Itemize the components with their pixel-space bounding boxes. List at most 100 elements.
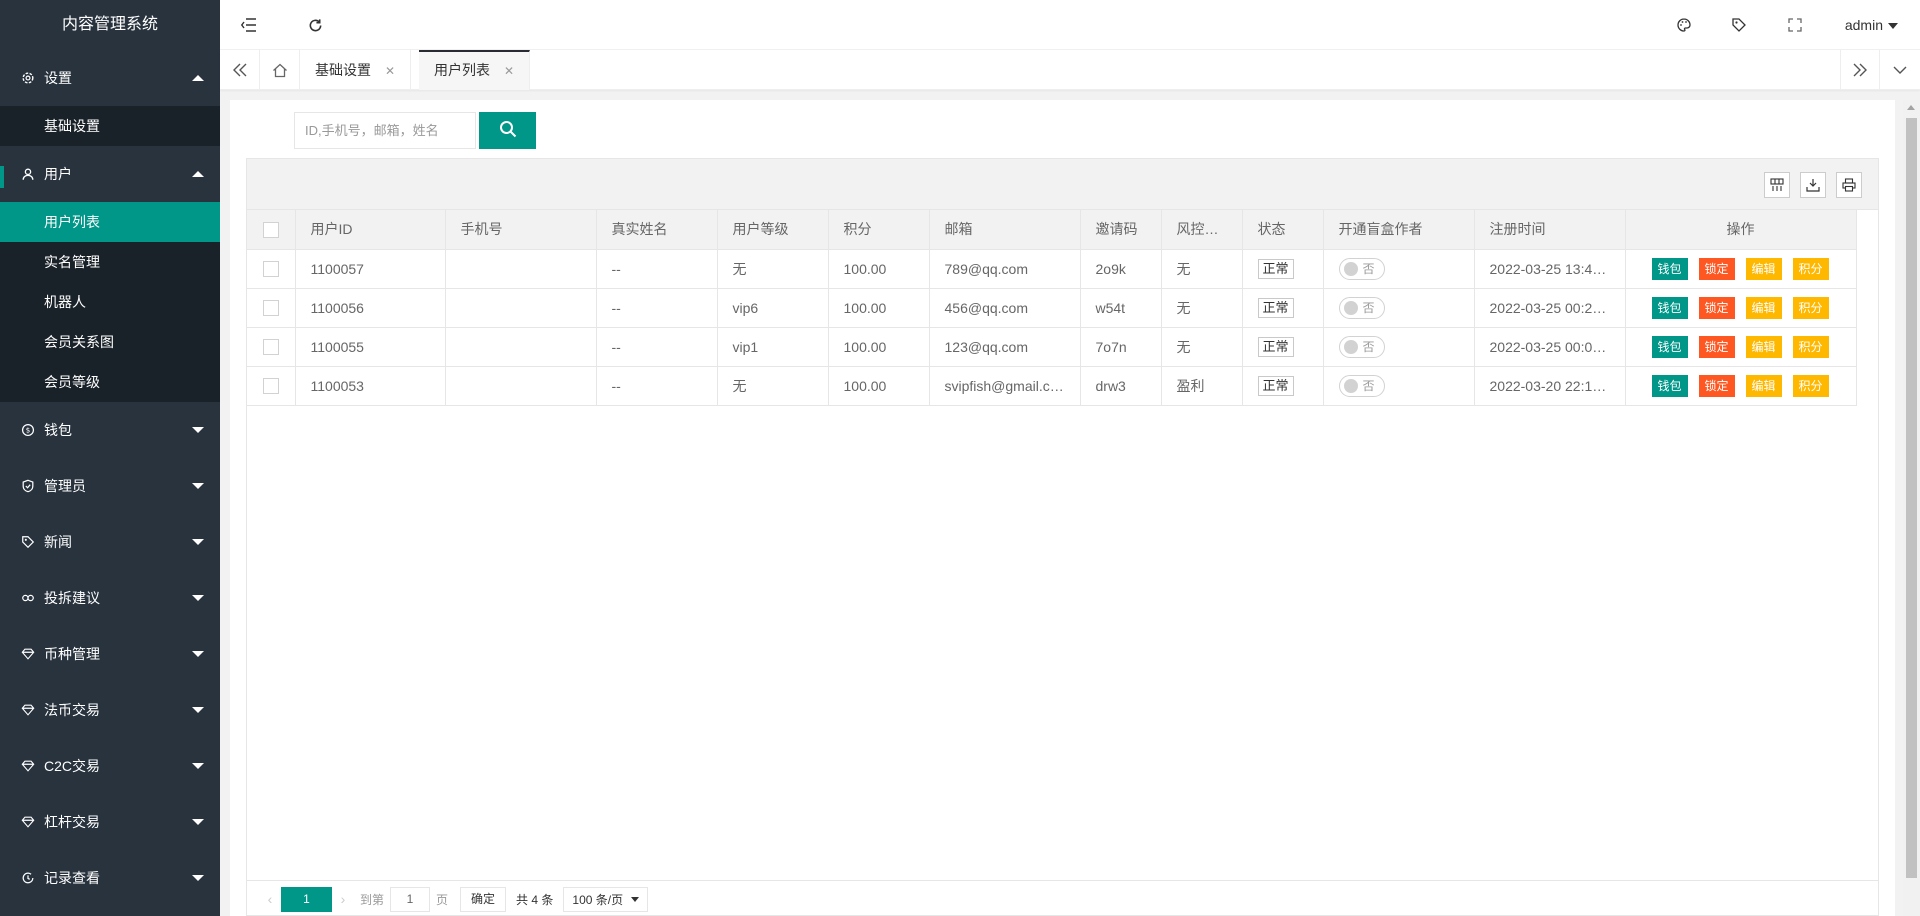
cell-level: 无: [717, 366, 829, 406]
col-invite-code[interactable]: 邀请码: [1080, 210, 1162, 250]
tabs-menu-chevron-down-icon[interactable]: [1880, 50, 1920, 90]
blindbox-toggle[interactable]: 否: [1338, 257, 1385, 280]
lock-button[interactable]: 锁定: [1698, 335, 1735, 358]
status-badge[interactable]: 正常: [1257, 375, 1294, 396]
col-points[interactable]: 积分: [828, 210, 930, 250]
menu-news[interactable]: 新闻: [0, 514, 220, 570]
col-real-name[interactable]: 真实姓名: [596, 210, 718, 250]
cell-real-name: --: [596, 366, 718, 406]
points-button[interactable]: 积分: [1792, 296, 1829, 319]
points-button[interactable]: 积分: [1792, 335, 1829, 358]
svg-text:$: $: [26, 427, 30, 435]
tag-icon[interactable]: [1728, 0, 1750, 50]
sidebar-item-realname[interactable]: 实名管理: [0, 242, 220, 282]
menu-admin[interactable]: 管理员: [0, 458, 220, 514]
cell-user-id: 1100055: [295, 327, 446, 367]
user-menu[interactable]: admin: [1845, 0, 1898, 50]
edit-button[interactable]: 编辑: [1745, 374, 1782, 397]
blindbox-toggle[interactable]: 否: [1338, 335, 1385, 358]
status-badge[interactable]: 正常: [1257, 336, 1294, 357]
col-user-id[interactable]: 用户ID: [295, 210, 446, 250]
wallet-button[interactable]: 钱包: [1651, 296, 1688, 319]
tabs-scroll-left-icon[interactable]: [220, 50, 260, 90]
row-checkbox[interactable]: [262, 300, 279, 317]
column-filter-icon[interactable]: [1764, 172, 1790, 198]
row-select-cell: [247, 327, 296, 367]
col-level[interactable]: 用户等级: [717, 210, 829, 250]
col-register-time[interactable]: 注册时间: [1474, 210, 1626, 250]
row-checkbox[interactable]: [262, 339, 279, 356]
goto-confirm-button[interactable]: 确定: [460, 886, 507, 912]
vertical-scrollbar[interactable]: [1903, 100, 1920, 916]
cell-register-time: 2022-03-25 00:2…: [1474, 288, 1626, 328]
goto-page-input[interactable]: 1: [390, 886, 431, 912]
fullscreen-icon[interactable]: [1784, 0, 1806, 50]
select-all-checkbox[interactable]: [262, 221, 279, 238]
row-checkbox[interactable]: [262, 378, 279, 395]
sidebar-item-member-level[interactable]: 会员等级: [0, 362, 220, 402]
menu-records[interactable]: 记录查看: [0, 850, 220, 906]
lock-button[interactable]: 锁定: [1698, 257, 1735, 280]
scroll-up-icon[interactable]: [1907, 105, 1915, 110]
row-checkbox[interactable]: [262, 261, 279, 278]
status-badge[interactable]: 正常: [1257, 297, 1294, 318]
menu-toggle-icon[interactable]: [238, 0, 260, 50]
sidebar-item-member-graph[interactable]: 会员关系图: [0, 322, 220, 362]
print-icon[interactable]: [1836, 172, 1862, 198]
col-email[interactable]: 邮箱: [929, 210, 1081, 250]
sidebar-item-robot[interactable]: 机器人: [0, 282, 220, 322]
menu-settings[interactable]: 设置: [0, 50, 220, 106]
cell-invite-code: w54t: [1080, 288, 1162, 328]
blindbox-toggle[interactable]: 否: [1338, 296, 1385, 319]
col-risk[interactable]: 风控…: [1161, 210, 1243, 250]
col-blindbox-author[interactable]: 开通盲盒作者: [1323, 210, 1475, 250]
sidebar-item-basic-settings[interactable]: 基础设置: [0, 106, 220, 146]
points-button[interactable]: 积分: [1792, 257, 1829, 280]
close-icon[interactable]: ✕: [385, 64, 395, 78]
status-badge[interactable]: 正常: [1257, 258, 1294, 279]
menu-fiat[interactable]: 法币交易: [0, 682, 220, 738]
close-icon[interactable]: ✕: [504, 64, 514, 78]
tab-user-list[interactable]: 用户列表 ✕: [419, 50, 531, 90]
current-page[interactable]: 1: [281, 886, 332, 912]
menu-admin-label: 管理员: [44, 478, 86, 494]
refresh-icon[interactable]: [304, 0, 326, 50]
col-phone[interactable]: 手机号: [445, 210, 597, 250]
page-size-select[interactable]: 100 条/页: [563, 886, 649, 912]
wallet-button[interactable]: 钱包: [1651, 257, 1688, 280]
export-icon[interactable]: [1800, 172, 1826, 198]
wallet-button[interactable]: 钱包: [1651, 335, 1688, 358]
menu-wallet-label: 钱包: [44, 422, 72, 438]
lock-button[interactable]: 锁定: [1698, 296, 1735, 319]
user-table-container: 用户ID 手机号 真实姓名 用户等级 积分 邮箱 邀请码 风控… 状态 开通盲盒…: [246, 158, 1879, 916]
search-button[interactable]: [479, 112, 536, 149]
edit-button[interactable]: 编辑: [1745, 296, 1782, 319]
col-status[interactable]: 状态: [1242, 210, 1324, 250]
menu-c2c[interactable]: C2C交易: [0, 738, 220, 794]
menu-leverage[interactable]: 杠杆交易: [0, 794, 220, 850]
points-button[interactable]: 积分: [1792, 374, 1829, 397]
chevron-down-icon: [192, 763, 204, 769]
cell-actions: 钱包 锁定 编辑 积分: [1625, 249, 1857, 289]
toggle-knob: [1343, 300, 1358, 315]
theme-palette-icon[interactable]: [1673, 0, 1695, 50]
cell-actions: 钱包 锁定 编辑 积分: [1625, 327, 1857, 367]
sidebar-item-user-list[interactable]: 用户列表: [0, 202, 220, 242]
menu-users[interactable]: 用户: [0, 146, 220, 202]
scrollbar-thumb[interactable]: [1906, 118, 1917, 878]
edit-button[interactable]: 编辑: [1745, 335, 1782, 358]
user-icon: [20, 166, 36, 182]
next-page-icon[interactable]: ›: [332, 891, 354, 907]
menu-coin[interactable]: 币种管理: [0, 626, 220, 682]
tab-basic-settings[interactable]: 基础设置 ✕: [300, 50, 412, 90]
tabs-scroll-right-icon[interactable]: [1840, 50, 1880, 90]
edit-button[interactable]: 编辑: [1745, 257, 1782, 280]
menu-wallet[interactable]: $ 钱包: [0, 402, 220, 458]
home-icon[interactable]: [260, 50, 300, 90]
wallet-button[interactable]: 钱包: [1651, 374, 1688, 397]
lock-button[interactable]: 锁定: [1698, 374, 1735, 397]
prev-page-icon[interactable]: ‹: [259, 891, 281, 907]
menu-feedback[interactable]: 投拆建议: [0, 570, 220, 626]
blindbox-toggle[interactable]: 否: [1338, 374, 1385, 397]
search-input[interactable]: [294, 112, 476, 149]
